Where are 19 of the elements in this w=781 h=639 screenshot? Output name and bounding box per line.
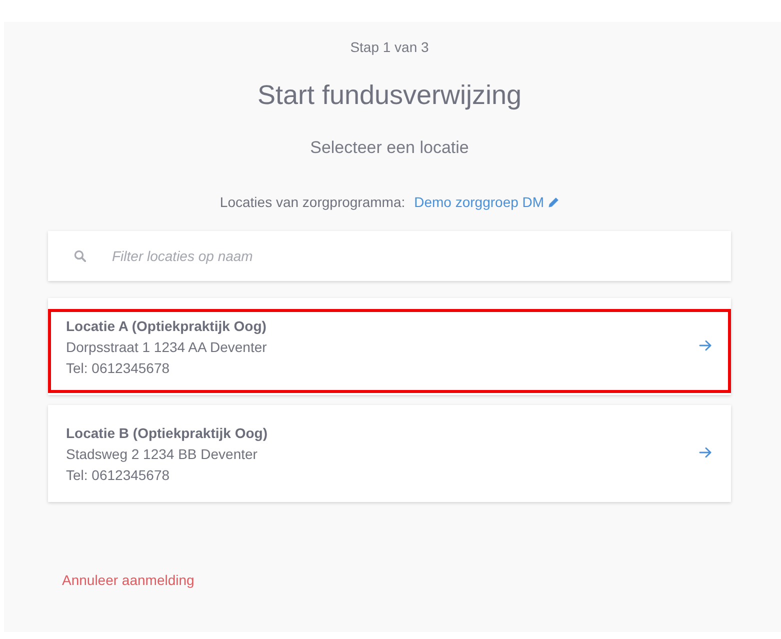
- page-title: Start fundusverwijzing: [257, 79, 522, 111]
- cancel-link[interactable]: Annuleer aanmelding: [62, 570, 194, 590]
- page-subtitle: Selecteer een locatie: [310, 137, 469, 159]
- location-name: Locatie B (Optiekpraktijk Oog): [66, 424, 268, 443]
- location-name: Locatie A (Optiekpraktijk Oog): [66, 317, 267, 336]
- pencil-icon[interactable]: [548, 196, 560, 208]
- location-card[interactable]: Locatie A (Optiekpraktijk Oog) Dorpsstraat 1 1234 AA Deventer Tel: 0612345678: [48, 298, 731, 395]
- location-address: Stadsweg 2 1234 BB Deventer: [66, 445, 258, 464]
- arrow-right-icon[interactable]: [699, 447, 712, 458]
- arrow-right-icon[interactable]: [699, 340, 712, 351]
- search-icon: [74, 250, 86, 262]
- location-phone: Tel: 0612345678: [66, 466, 171, 485]
- location-phone: Tel: 0612345678: [66, 359, 171, 378]
- program-link[interactable]: Demo zorggroep DM: [414, 192, 544, 212]
- step-indicator: Stap 1 van 3: [350, 38, 429, 57]
- search-field[interactable]: Filter locaties op naam: [48, 231, 731, 281]
- program-label: Locaties van zorgprogramma:: [220, 193, 406, 212]
- location-card[interactable]: Locatie B (Optiekpraktijk Oog) Stadsweg 2 1234 BB Deventer Tel: 0612345678: [48, 405, 731, 502]
- location-address: Dorpsstraat 1 1234 AA Deventer: [66, 338, 267, 357]
